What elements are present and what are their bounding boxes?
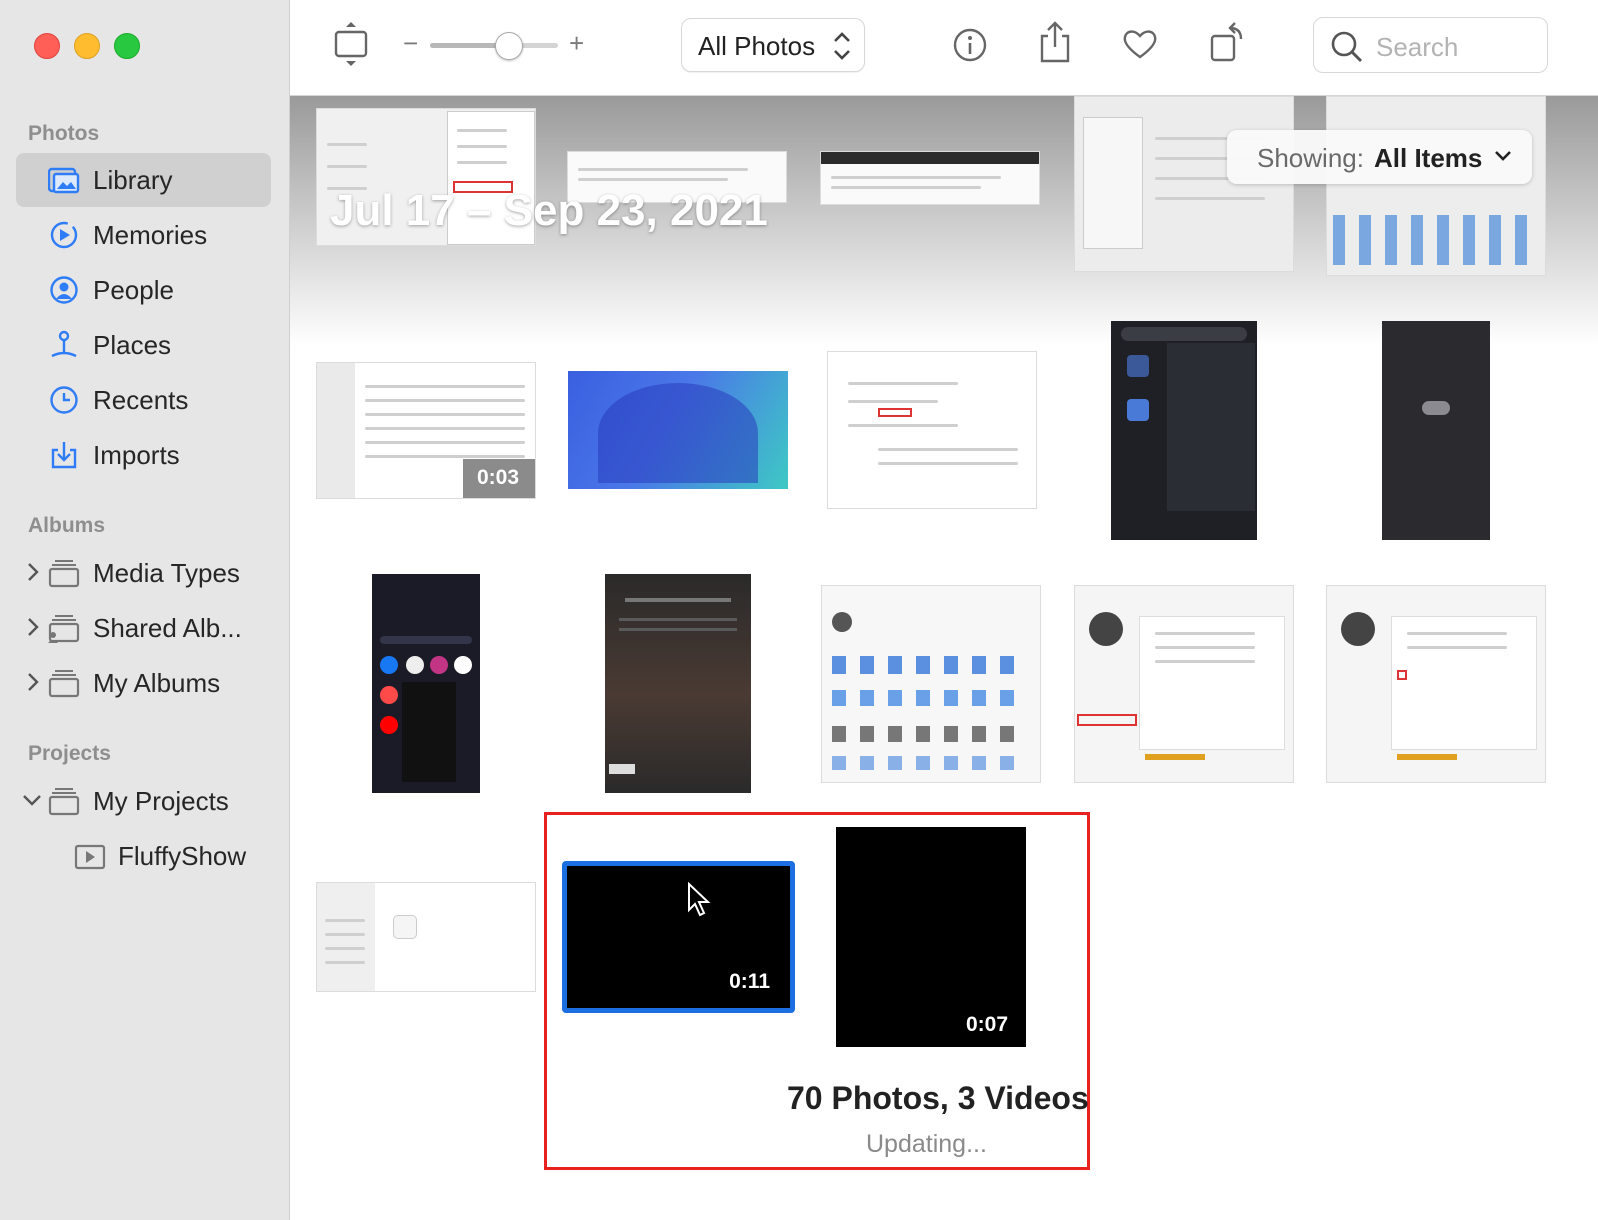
shared-album-icon xyxy=(48,615,80,643)
sidebar: Photos Library Memories People Places Re… xyxy=(0,0,290,1220)
sidebar-item-label: People xyxy=(93,274,174,305)
library-status: Updating... xyxy=(866,1130,987,1158)
section-title-albums: Albums xyxy=(28,514,106,537)
minimize-window-button[interactable] xyxy=(74,33,100,59)
imports-icon xyxy=(51,442,77,469)
up-down-chevron-icon xyxy=(834,32,850,60)
toolbar: − + All Photos Search xyxy=(290,0,1598,96)
photo-grid: Jul 17 – Sep 23, 2021 Showing: All Items… xyxy=(290,96,1598,1220)
photo-thumbnail[interactable] xyxy=(1074,585,1294,783)
sidebar-item-label: Shared Alb... xyxy=(93,612,242,643)
sidebar-item-label: Places xyxy=(93,329,172,360)
video-duration: 0:07 xyxy=(965,1013,1008,1036)
sidebar-item-label: Media Types xyxy=(93,557,240,588)
video-duration: 0:11 xyxy=(729,970,770,993)
photo-thumbnail[interactable] xyxy=(827,351,1037,509)
sidebar-item-label: Imports xyxy=(93,439,180,470)
slideshow-toggle-icon[interactable] xyxy=(334,22,368,68)
view-popup-label: All Photos xyxy=(698,31,816,61)
sidebar-item-recents[interactable]: Recents xyxy=(16,373,271,427)
view-popup-button[interactable]: All Photos xyxy=(681,18,865,72)
video-thumbnail[interactable]: 0:07 xyxy=(836,827,1026,1047)
video-thumbnail-selected[interactable]: 0:11 xyxy=(562,861,795,1013)
places-icon xyxy=(51,330,77,358)
rotate-icon[interactable] xyxy=(1208,22,1248,64)
slideshow-icon xyxy=(74,844,106,870)
window-controls xyxy=(34,33,140,59)
info-icon[interactable] xyxy=(952,27,988,63)
video-duration: 0:03 xyxy=(476,466,519,489)
photo-thumbnail[interactable] xyxy=(1326,585,1546,783)
sidebar-item-places[interactable]: Places xyxy=(16,318,271,372)
album-stack-icon xyxy=(48,788,80,816)
chevron-right-icon[interactable] xyxy=(26,615,40,639)
sidebar-item-imports[interactable]: Imports xyxy=(16,428,271,482)
search-field[interactable]: Search xyxy=(1313,17,1548,73)
photo-thumbnail[interactable] xyxy=(1326,96,1546,276)
photo-thumbnail[interactable] xyxy=(605,574,751,793)
album-stack-icon xyxy=(48,560,80,588)
sidebar-item-shared-albums[interactable]: Shared Alb... xyxy=(16,601,271,655)
sidebar-item-library[interactable]: Library xyxy=(16,153,271,207)
zoom-out-button[interactable]: − xyxy=(403,28,418,59)
sidebar-item-my-projects[interactable]: My Projects xyxy=(16,774,271,828)
search-icon xyxy=(1331,31,1363,63)
photo-thumbnail[interactable] xyxy=(1382,321,1490,540)
photo-thumbnail[interactable] xyxy=(316,882,536,992)
zoom-in-button[interactable]: + xyxy=(569,28,584,59)
zoom-window-button[interactable] xyxy=(114,33,140,59)
library-count-summary: 70 Photos, 3 Videos xyxy=(787,1080,1089,1116)
memories-icon xyxy=(50,221,78,249)
sidebar-item-media-types[interactable]: Media Types xyxy=(16,546,271,600)
showing-value: All Items xyxy=(1374,143,1483,173)
zoom-slider[interactable] xyxy=(430,43,558,48)
album-stack-icon xyxy=(48,670,80,698)
showing-filter-button[interactable]: Showing: All Items xyxy=(1227,130,1532,184)
sidebar-item-label: Memories xyxy=(93,219,208,250)
zoom-slider-knob[interactable] xyxy=(495,32,524,60)
library-icon xyxy=(48,167,80,194)
sidebar-item-memories[interactable]: Memories xyxy=(16,208,271,262)
photo-thumbnail[interactable] xyxy=(821,585,1041,783)
chevron-right-icon[interactable] xyxy=(26,670,40,694)
sidebar-item-label: Recents xyxy=(93,384,189,415)
chevron-down-icon xyxy=(1495,151,1511,161)
photo-thumbnail[interactable] xyxy=(568,371,788,489)
favorite-heart-icon[interactable] xyxy=(1122,28,1158,60)
people-icon xyxy=(50,276,78,304)
sidebar-item-fluffyshow[interactable]: FluffyShow xyxy=(16,829,271,883)
photo-thumbnail[interactable] xyxy=(1074,96,1294,272)
close-window-button[interactable] xyxy=(34,33,60,59)
cursor-arrow-icon xyxy=(688,882,711,917)
showing-label: Showing: xyxy=(1257,143,1364,173)
video-thumbnail[interactable]: 0:03 xyxy=(316,362,536,499)
recents-icon xyxy=(50,386,78,414)
share-icon[interactable] xyxy=(1038,20,1072,64)
sidebar-item-my-albums[interactable]: My Albums xyxy=(16,656,271,710)
section-title-projects: Projects xyxy=(28,742,111,765)
photo-thumbnail[interactable] xyxy=(820,151,1040,205)
sidebar-item-label: My Albums xyxy=(93,667,221,698)
sidebar-item-label: My Projects xyxy=(93,785,229,816)
chevron-right-icon[interactable] xyxy=(26,560,40,584)
date-range-title: Jul 17 – Sep 23, 2021 xyxy=(330,186,768,235)
sidebar-item-label: Library xyxy=(93,164,173,195)
sidebar-item-people[interactable]: People xyxy=(16,263,271,317)
chevron-down-icon[interactable] xyxy=(22,788,42,812)
photo-thumbnail[interactable] xyxy=(1111,321,1257,540)
search-input[interactable]: Search xyxy=(1376,32,1458,63)
section-title-photos: Photos xyxy=(28,122,100,145)
photo-thumbnail[interactable] xyxy=(372,574,480,793)
sidebar-item-label: FluffyShow xyxy=(118,840,247,871)
